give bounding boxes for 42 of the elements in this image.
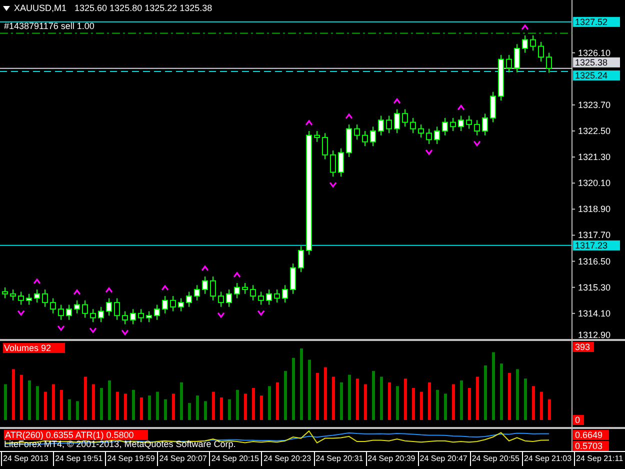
price-axis-label: 1312.90 bbox=[578, 330, 611, 340]
ref-line-label: 1317.23 bbox=[575, 240, 608, 250]
volume-axis-label: 0 bbox=[573, 415, 584, 425]
volumes-label: Volumes 92 bbox=[3, 343, 66, 353]
y-tick-label: 0 bbox=[575, 415, 580, 425]
ref-line-label: 1325.38 bbox=[575, 57, 608, 68]
price-axis-label: 1323.70 bbox=[578, 100, 611, 110]
symbol-label: XAUUSD,M1 bbox=[14, 3, 67, 13]
price-axis-label: 1326.10 bbox=[578, 48, 611, 58]
order-label: #1438791176 sell 1.00 bbox=[4, 21, 94, 31]
time-axis-label: 24 Sep 21:03 bbox=[522, 452, 574, 466]
time-axis-label: 24 Sep 19:59 bbox=[105, 452, 158, 466]
time-axis-label: 24 Sep 21:11 bbox=[574, 452, 625, 466]
price-axis-label: 1315.30 bbox=[578, 282, 611, 292]
atr-label: ATR(260) 0.6355 ATR(1) 0.5800 bbox=[4, 430, 148, 440]
price-level-label: 1317.23 bbox=[573, 240, 620, 250]
ohlc-quotes: 1325.60 1325.80 1325.22 1325.38 bbox=[74, 3, 212, 13]
price-axis-label: 1317.70 bbox=[578, 230, 611, 240]
y-tick-label: 393 bbox=[575, 342, 590, 352]
price-level-label: 1327.52 bbox=[573, 16, 620, 27]
time-axis-label: 24 Sep 19:51 bbox=[53, 452, 106, 466]
time-axis-label: 24 Sep 20:23 bbox=[261, 452, 314, 466]
time-axis-label: 24 Sep 20:47 bbox=[418, 452, 470, 466]
atr-reading-label: 0.6649 bbox=[573, 430, 609, 440]
price-axis-label: 1320.10 bbox=[578, 178, 611, 188]
time-axis-label: 24 Sep 20:39 bbox=[366, 452, 418, 466]
volume-axis-label: 393 bbox=[573, 342, 594, 352]
time-axis-label: 24 Sep 20:15 bbox=[209, 452, 262, 466]
time-axis-label: 24 Sep 20:55 bbox=[470, 452, 522, 466]
price-axis-label: 1314.10 bbox=[578, 308, 611, 318]
price-axis-label: 1321.30 bbox=[578, 152, 611, 162]
price-axis-label: 1322.50 bbox=[578, 126, 611, 136]
time-axis-label: 24 Sep 2013 bbox=[1, 452, 54, 466]
atr-reading-label: 0.5703 bbox=[573, 441, 609, 451]
price-level-label: 1325.24 bbox=[573, 70, 620, 80]
time-axis-label: 24 Sep 20:07 bbox=[157, 452, 210, 466]
time-axis-label: 24 Sep 20:31 bbox=[314, 452, 366, 466]
price-level-label: 1325.38 bbox=[573, 57, 620, 68]
ref-line-label: 1325.24 bbox=[575, 70, 608, 80]
ref-line-label: 1327.52 bbox=[575, 16, 608, 27]
price-axis-label: 1318.90 bbox=[578, 204, 611, 214]
price-axis-label: 1316.50 bbox=[578, 256, 611, 266]
